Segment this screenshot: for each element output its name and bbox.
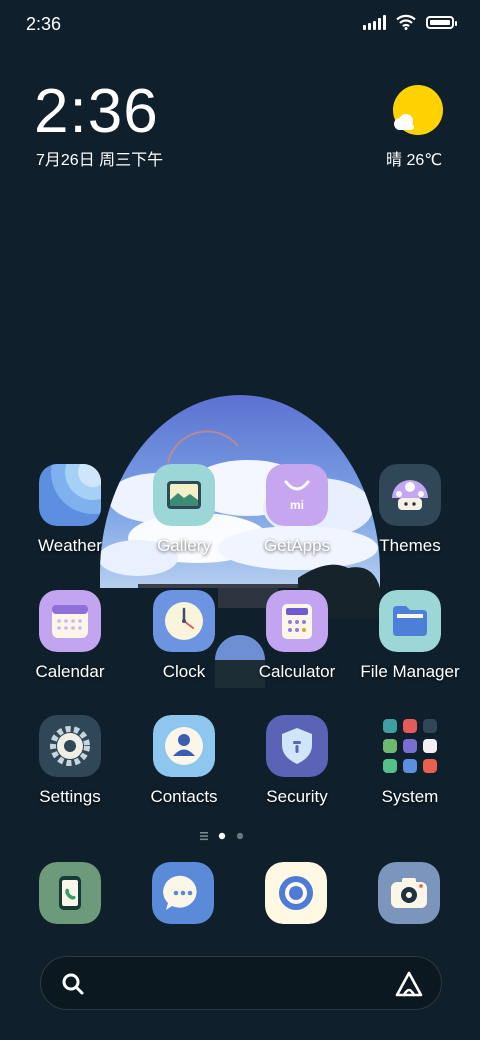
status-time: 2:36	[26, 14, 62, 34]
gallery-app-icon	[153, 464, 215, 526]
signal-icon	[363, 14, 386, 30]
app-clock[interactable]: Clock	[124, 590, 244, 682]
camera-icon[interactable]	[378, 862, 440, 924]
file-manager-app-icon	[379, 590, 441, 652]
clock-app-icon	[153, 590, 215, 652]
battery-icon	[426, 15, 457, 29]
status-bar: 2:36	[0, 0, 480, 50]
app-getapps[interactable]: mi GetApps	[237, 464, 357, 556]
calendar-app-icon	[39, 590, 101, 652]
system-folder-icon	[383, 719, 437, 773]
page-indicator[interactable]	[200, 829, 280, 843]
wifi-icon	[396, 14, 416, 30]
app-folder-system[interactable]: System	[350, 715, 470, 807]
weather-widget-text[interactable]: 晴 26℃	[386, 146, 442, 170]
calculator-app-icon	[266, 590, 328, 652]
contacts-app-icon	[153, 715, 215, 777]
page-dot	[236, 832, 244, 840]
app-security[interactable]: Security	[237, 715, 357, 807]
messages-icon[interactable]	[152, 862, 214, 924]
app-calculator[interactable]: Calculator	[237, 590, 357, 682]
app-calendar[interactable]: Calendar	[10, 590, 130, 682]
clock-widget-time[interactable]: 2:36	[34, 76, 159, 147]
clock-widget-date[interactable]: 7月26日 周三下午	[36, 146, 163, 170]
status-icons	[363, 14, 457, 30]
security-app-icon	[266, 715, 328, 777]
app-themes[interactable]: Themes	[350, 464, 470, 556]
app-settings[interactable]: Settings	[10, 715, 130, 807]
app-file-manager[interactable]: File Manager	[350, 590, 470, 682]
sunny-weather-icon[interactable]	[392, 84, 444, 136]
phone-icon[interactable]	[39, 862, 101, 924]
themes-app-icon	[379, 464, 441, 526]
app-weather[interactable]: Weather	[10, 464, 130, 556]
weather-app-icon	[39, 464, 101, 526]
browser-icon[interactable]	[265, 862, 327, 924]
search-bar[interactable]	[40, 956, 442, 1010]
settings-app-icon	[39, 715, 101, 777]
getapps-logo-text: mi	[290, 498, 304, 512]
home-feed-indicator-icon	[200, 832, 208, 841]
app-gallery[interactable]: Gallery	[124, 464, 244, 556]
getapps-app-icon: mi	[266, 464, 328, 526]
search-icon[interactable]	[61, 972, 85, 996]
app-contacts[interactable]: Contacts	[124, 715, 244, 807]
page-dot-active	[218, 832, 226, 840]
assistant-icon[interactable]	[395, 971, 423, 997]
